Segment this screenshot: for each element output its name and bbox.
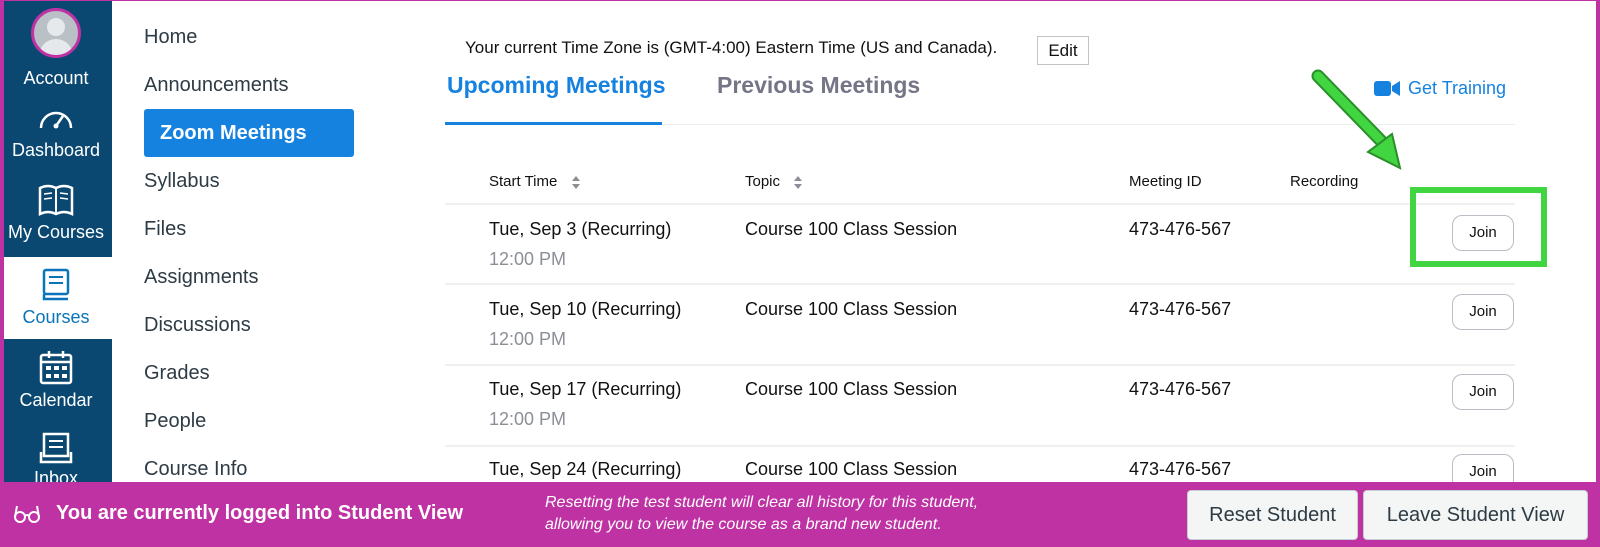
course-icon	[42, 268, 70, 301]
student-view-note-line-2: allowing you to view the course as a bra…	[545, 516, 942, 533]
nav-courses[interactable]: Courses	[0, 257, 112, 339]
nav-calendar[interactable]: Calendar	[0, 350, 112, 416]
row-meeting-id: 473-476-567	[1129, 379, 1232, 399]
header-start-time-label: Start Time	[489, 173, 558, 190]
join-button[interactable]: Join	[1452, 294, 1514, 330]
row-topic: Course 100 Class Session	[745, 379, 958, 399]
row-topic: Course 100 Class Session	[745, 299, 958, 319]
active-tab-indicator	[445, 122, 662, 125]
leave-student-view-button[interactable]: Leave Student View	[1363, 490, 1588, 540]
timezone-text: Your current Time Zone is (GMT-4:00) Eas…	[465, 38, 998, 57]
row-topic: Course 100 Class Session	[745, 459, 958, 479]
tab-previous-meetings[interactable]: Previous Meetings	[717, 72, 920, 99]
header-topic-label: Topic	[745, 173, 781, 190]
sort-icon	[571, 175, 580, 189]
inbox-icon	[39, 432, 73, 464]
sort-icon	[794, 175, 803, 189]
student-view-bar: You are currently logged into Student Vi…	[0, 482, 1600, 547]
arrow-annotation	[1311, 69, 1402, 170]
nav-account-label: Account	[23, 68, 89, 88]
header-topic[interactable]: Topic	[745, 173, 803, 190]
edit-timezone-button[interactable]: Edit	[1037, 36, 1089, 65]
course-nav-grades[interactable]: Grades	[144, 349, 210, 397]
student-view-note: Resetting the test student will clear al…	[545, 492, 1025, 536]
course-nav-home[interactable]: Home	[144, 13, 197, 61]
avatar-icon	[31, 8, 81, 58]
student-view-note-line-1: Resetting the test student will clear al…	[545, 494, 979, 511]
course-nav: Home Announcements Zoom Meetings Syllabu…	[112, 0, 362, 482]
row-topic: Course 100 Class Session	[745, 219, 958, 239]
nav-my-courses-label: My Courses	[7, 222, 105, 242]
row-time: 12:00 PM	[489, 409, 567, 429]
nav-calendar-label: Calendar	[19, 390, 93, 410]
row-date: Tue, Sep 10 (Recurring)	[489, 299, 682, 319]
glasses-icon	[14, 505, 40, 523]
student-view-title: You are currently logged into Student Vi…	[56, 502, 464, 524]
header-start-time[interactable]: Start Time	[489, 173, 580, 190]
nav-dashboard[interactable]: Dashboard	[0, 104, 112, 164]
nav-inbox[interactable]: Inbox	[0, 432, 112, 482]
row-divider	[445, 364, 1515, 366]
row-meeting-id: 473-476-567	[1129, 219, 1232, 239]
global-nav: Account Dashboard My Courses Courses Cal…	[0, 0, 112, 482]
dashboard-icon	[39, 111, 73, 129]
row-divider	[445, 445, 1515, 447]
calendar-icon	[39, 351, 73, 385]
nav-account[interactable]: Account	[0, 8, 112, 88]
reset-student-button[interactable]: Reset Student	[1187, 490, 1358, 540]
nav-my-courses[interactable]: My Courses	[0, 182, 112, 246]
join-button[interactable]: Join	[1452, 374, 1514, 410]
row-meeting-id: 473-476-567	[1129, 299, 1232, 319]
row-date: Tue, Sep 17 (Recurring)	[489, 379, 682, 399]
row-date: Tue, Sep 3 (Recurring)	[489, 219, 672, 239]
course-nav-zoom-meetings[interactable]: Zoom Meetings	[144, 109, 354, 157]
nav-dashboard-label: Dashboard	[11, 140, 101, 160]
course-nav-discussions[interactable]: Discussions	[144, 301, 251, 349]
row-divider	[445, 203, 1515, 205]
course-nav-syllabus[interactable]: Syllabus	[144, 157, 220, 205]
nav-inbox-label: Inbox	[33, 468, 79, 482]
course-nav-announcements[interactable]: Announcements	[144, 61, 289, 109]
row-time: 12:00 PM	[489, 249, 567, 269]
row-meeting-id: 473-476-567	[1129, 459, 1232, 479]
book-icon	[38, 184, 74, 217]
row-time: 12:00 PM	[489, 329, 567, 349]
header-meeting-id: Meeting ID	[1129, 173, 1202, 190]
tab-upcoming-meetings[interactable]: Upcoming Meetings	[447, 72, 666, 99]
course-nav-assignments[interactable]: Assignments	[144, 253, 259, 301]
join-highlight-box	[1410, 187, 1547, 267]
row-date: Tue, Sep 24 (Recurring)	[489, 459, 682, 479]
nav-courses-label: Courses	[22, 307, 90, 327]
course-nav-people[interactable]: People	[144, 397, 206, 445]
get-training-label: Get Training	[1408, 78, 1507, 98]
course-nav-files[interactable]: Files	[144, 205, 186, 253]
row-divider	[445, 283, 1515, 285]
